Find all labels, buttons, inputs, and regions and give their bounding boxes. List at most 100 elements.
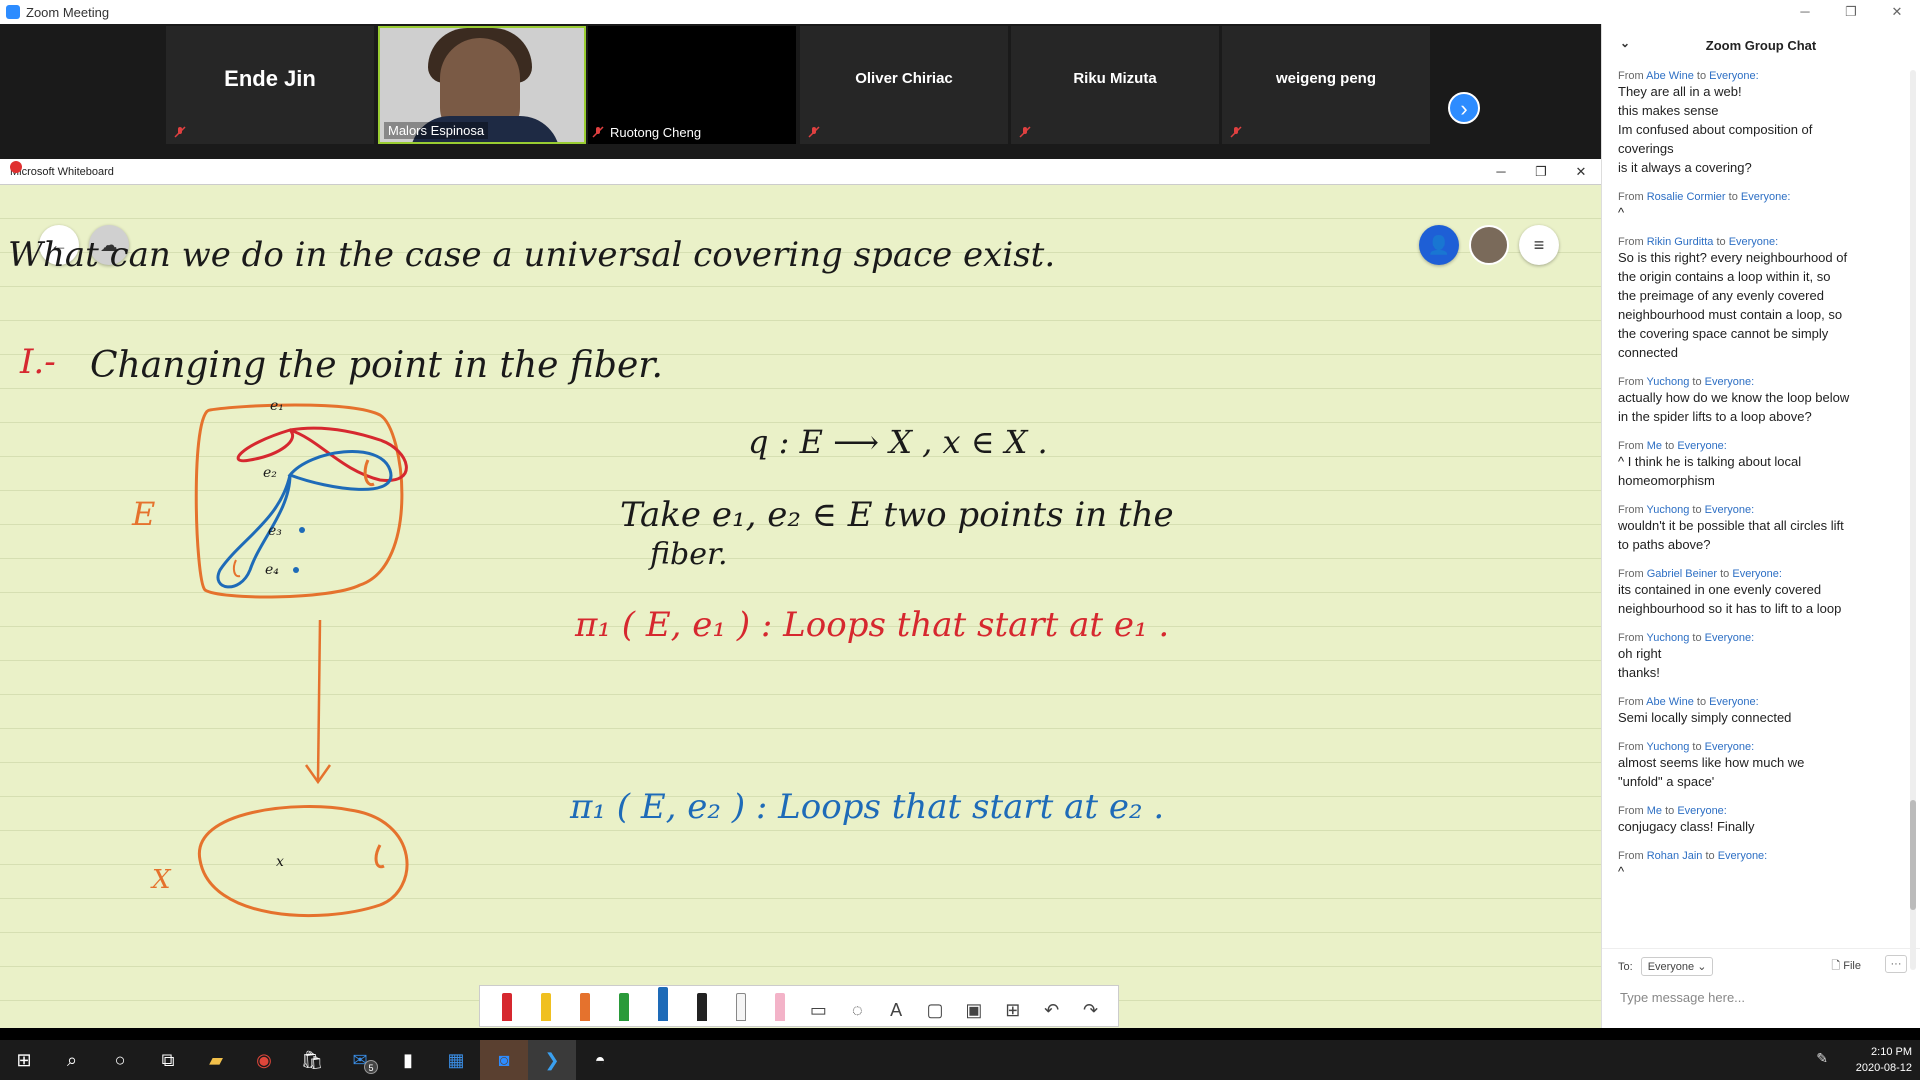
participant-tile-ende-jin[interactable]: Ende Jin xyxy=(166,26,374,144)
scrollbar-thumb[interactable] xyxy=(1910,800,1916,910)
from-prefix: From xyxy=(1618,741,1644,753)
minimize-button[interactable]: ─ xyxy=(1782,0,1828,24)
recipient-name: Everyone: xyxy=(1740,191,1791,203)
point-e3 xyxy=(299,527,305,533)
sender-name[interactable]: Me xyxy=(1647,440,1662,452)
store-button[interactable]: 🛍 xyxy=(288,1040,336,1080)
eraser-icon[interactable] xyxy=(768,991,792,1021)
from-prefix: From xyxy=(1618,504,1644,516)
to-word: to xyxy=(1728,191,1738,203)
chat-message-text: conjugacy class! Finally xyxy=(1618,819,1755,834)
participant-tile-oliver-chiriac[interactable]: Oliver Chiriac xyxy=(800,26,1008,144)
ruler-icon[interactable]: ▭ xyxy=(806,991,830,1021)
participant-name: weigeng peng xyxy=(1275,70,1376,87)
sender-name[interactable]: Yuchong xyxy=(1647,376,1690,388)
sender-name[interactable]: Gabriel Beiner xyxy=(1647,568,1717,580)
zoom-logo-icon xyxy=(6,5,20,19)
sender-name[interactable]: Yuchong xyxy=(1647,504,1690,516)
chat-message: From Yuchong to Everyone: oh right thanks! xyxy=(1618,632,1908,682)
vscode-button[interactable]: ❯ xyxy=(528,1040,576,1080)
whiteboard-minimize-button[interactable]: ─ xyxy=(1481,159,1521,185)
zoom-taskbar-button[interactable]: ◙ xyxy=(480,1040,528,1080)
next-participants-button[interactable]: › xyxy=(1448,92,1480,124)
sender-name[interactable]: Rosalie Cormier xyxy=(1647,191,1726,203)
calendar-button[interactable]: ▦ xyxy=(432,1040,480,1080)
participant-tile-ruotong-cheng[interactable]: Ruotong Cheng xyxy=(588,26,796,144)
highlighter-icon[interactable] xyxy=(729,991,753,1021)
chrome-button[interactable]: ◉ xyxy=(240,1040,288,1080)
pen-tray-icon[interactable]: ✎ xyxy=(1816,1050,1828,1067)
red-pen-icon[interactable] xyxy=(495,991,519,1021)
chat-title: Zoom Group Chat xyxy=(1705,37,1817,53)
chat-message-text: "unfold" a space' xyxy=(1618,774,1715,789)
redo-icon[interactable]: ↷ xyxy=(1079,991,1103,1021)
yellow-pen-icon[interactable] xyxy=(534,991,558,1021)
whiteboard-canvas[interactable]: ← ☁ 👤 ≡ What can we do in the case a uni… xyxy=(0,185,1601,1028)
chat-message-header: From Me to Everyone: xyxy=(1618,440,1908,452)
label-e1: e₁ xyxy=(270,398,284,414)
chat-message-text: So is this right? every neighbourhood of xyxy=(1618,250,1848,265)
terminal-button[interactable]: ▮ xyxy=(384,1040,432,1080)
file-explorer-button[interactable]: ▰ xyxy=(192,1040,240,1080)
whiteboard-window: Microsoft Whiteboard ─ ❐ ✕ ← ☁ 👤 ≡ What … xyxy=(0,159,1601,1028)
undo-icon[interactable]: ↶ xyxy=(1040,991,1064,1021)
vscode-icon: ❯ xyxy=(544,1049,560,1070)
recipient-select[interactable]: Everyone ⌄ xyxy=(1640,957,1714,976)
restore-button[interactable]: ❐ xyxy=(1828,0,1874,24)
sender-name[interactable]: Rikin Gurditta xyxy=(1647,236,1714,248)
sender-name[interactable]: Rohan Jain xyxy=(1647,850,1703,862)
green-pen-icon[interactable] xyxy=(612,991,636,1021)
mail-button[interactable]: ✉ 5 xyxy=(336,1040,384,1080)
calendar-icon: ▦ xyxy=(447,1049,465,1070)
file-label: File xyxy=(1843,960,1861,972)
orange-pen-icon[interactable] xyxy=(573,991,597,1021)
zoom-icon: ◙ xyxy=(498,1049,510,1070)
invite-button[interactable]: 👤 xyxy=(1419,225,1459,265)
cortana-button[interactable]: ○ xyxy=(96,1040,144,1080)
whiteboard-restore-button[interactable]: ❐ xyxy=(1521,159,1561,185)
shape-icon[interactable]: ▢ xyxy=(923,991,947,1021)
close-button[interactable]: ✕ xyxy=(1874,0,1920,24)
participant-tile-malors-espinosa[interactable]: Malors Espinosa xyxy=(378,26,586,144)
chat-message-list[interactable]: From Abe Wine to Everyone: They are all i… xyxy=(1618,70,1908,895)
sender-name[interactable]: Yuchong xyxy=(1647,632,1690,644)
sender-name[interactable]: Me xyxy=(1647,805,1662,817)
chat-message: From Rikin Gurditta to Everyone: So is th… xyxy=(1618,236,1908,362)
to-word: to xyxy=(1692,376,1702,388)
whiteboard-close-button[interactable]: ✕ xyxy=(1561,159,1601,185)
label-x: x xyxy=(276,854,284,870)
black-pen-icon[interactable] xyxy=(690,991,714,1021)
text-icon[interactable]: A xyxy=(884,991,908,1021)
insert-icon[interactable]: ⊞ xyxy=(1001,991,1025,1021)
chat-message-header: From Yuchong to Everyone: xyxy=(1618,632,1908,644)
clock-time: 2:10 PM xyxy=(1871,1046,1912,1058)
to-word: to xyxy=(1716,236,1726,248)
sender-name[interactable]: Abe Wine xyxy=(1646,696,1694,708)
lasso-icon[interactable]: ◌ xyxy=(845,991,869,1021)
task-view-button[interactable]: ⧉ xyxy=(144,1040,192,1080)
chat-message: From Yuchong to Everyone: almost seems li… xyxy=(1618,741,1908,791)
sender-name[interactable]: Abe Wine xyxy=(1646,70,1694,82)
whiteboard-taskbar-button[interactable]: ◓ xyxy=(576,1040,624,1080)
to-label: To: xyxy=(1618,960,1633,973)
avatar[interactable] xyxy=(1469,225,1509,265)
whiteboard-titlebar: Microsoft Whiteboard ─ ❐ ✕ xyxy=(0,159,1601,185)
to-word: to xyxy=(1692,741,1702,753)
participant-tile-weigeng-peng[interactable]: weigeng peng xyxy=(1222,26,1430,144)
chat-header: ⌄ Zoom Group Chat xyxy=(1602,24,1920,66)
blue-pen-icon[interactable] xyxy=(651,987,675,1021)
chat-message-input[interactable] xyxy=(1618,989,1898,1006)
chat-scrollbar[interactable] xyxy=(1910,70,1916,970)
menu-button[interactable]: ≡ xyxy=(1519,225,1559,265)
image-icon[interactable]: ▣ xyxy=(962,991,986,1021)
participant-tile-riku-mizuta[interactable]: Riku Mizuta xyxy=(1011,26,1219,144)
sender-name[interactable]: Yuchong xyxy=(1647,741,1690,753)
search-button[interactable]: ⌕ xyxy=(48,1040,96,1080)
more-options-button[interactable]: ··· xyxy=(1885,955,1907,973)
start-button[interactable]: ⊞ xyxy=(0,1040,48,1080)
muted-mic-icon xyxy=(1230,126,1242,138)
chevron-down-icon[interactable]: ⌄ xyxy=(1620,36,1630,50)
file-button[interactable]: 🗋 File xyxy=(1831,957,1861,976)
system-clock[interactable]: 2:10 PM 2020-08-12 xyxy=(1856,1040,1912,1080)
from-prefix: From xyxy=(1618,191,1644,203)
